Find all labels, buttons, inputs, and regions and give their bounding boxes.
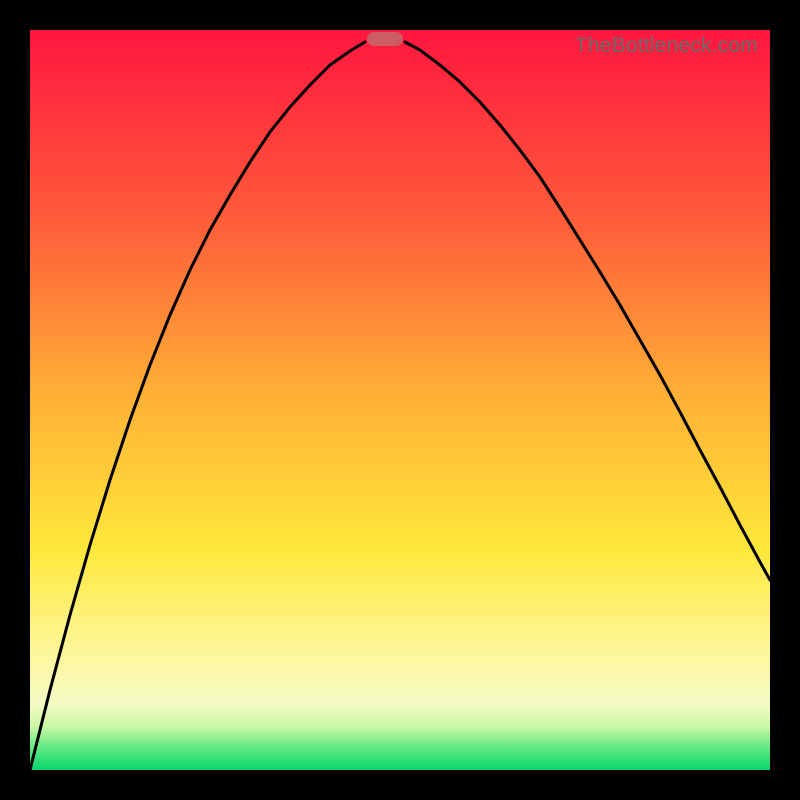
curves-layer <box>30 30 770 770</box>
plot-area: TheBottleneck.com <box>30 30 770 770</box>
right-curve <box>405 42 770 580</box>
bottleneck-marker <box>367 32 403 46</box>
left-curve <box>30 42 365 770</box>
chart-frame: TheBottleneck.com <box>0 0 800 800</box>
